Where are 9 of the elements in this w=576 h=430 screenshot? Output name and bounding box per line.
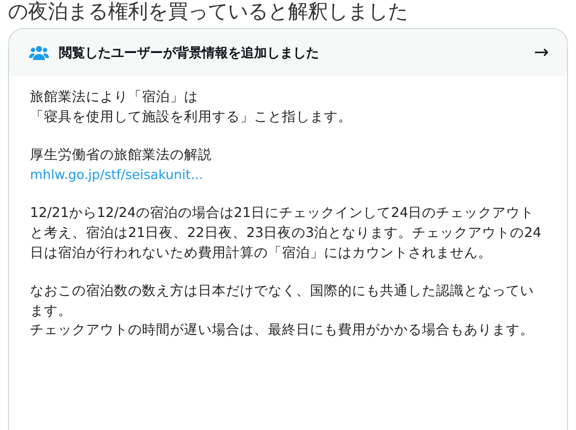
arrow-icon[interactable]: →: [534, 42, 549, 63]
note-paragraph: なおこの宿泊数の数え方は日本だけでなく、国際的にも共通した認識となっています。 チェックアウトの時間が遅い場合は、最終日にも費用がかかる場合もあります。: [30, 282, 535, 340]
note-paragraph: 厚生労働省の旅館業法の解説: [30, 146, 213, 166]
note-title: 閲覧したユーザーが背景情報を追加しました: [59, 44, 320, 62]
note-header[interactable]: 閲覧したユーザーが背景情報を追加しました →: [9, 29, 567, 76]
note-paragraph: 旅館業法により「宿泊」は 「寝具を使用して施設を利用する」こと指します。: [30, 88, 353, 127]
post-text: の夜泊まる権利を買っていると解釈しました: [7, 0, 409, 22]
people-icon: [29, 44, 49, 60]
note-paragraph: 12/21から12/24の宿泊の場合は21日にチェックインして24日のチェックアウトと考え、宿泊は21日夜、22日夜、23日夜の3泊となります。チェックアウトの24日は宿泊が行われないため費用計算の「宿泊」にはカウントされません。: [30, 204, 542, 263]
